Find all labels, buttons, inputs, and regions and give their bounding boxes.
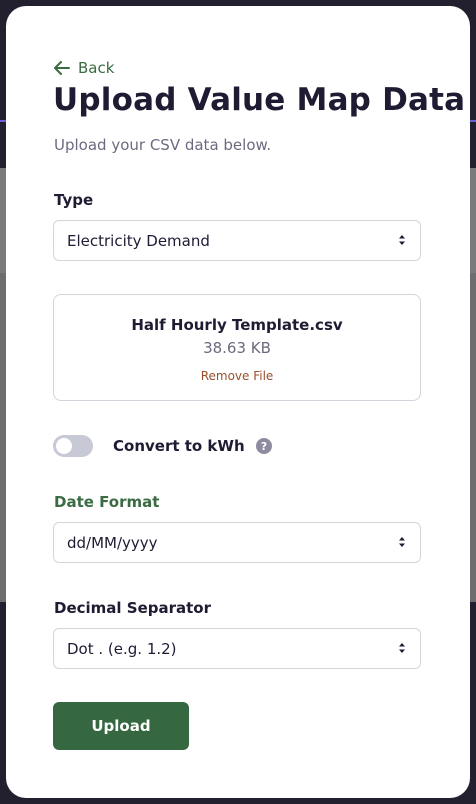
select-caret-icon — [399, 643, 405, 653]
select-caret-icon — [399, 537, 405, 547]
date-format-select[interactable]: dd/MM/yyyy — [53, 522, 421, 563]
toggle-knob — [56, 438, 72, 454]
upload-modal: Back Upload Value Map Data Upload your C… — [6, 6, 470, 798]
back-label: Back — [78, 59, 115, 77]
decimal-separator-label: Decimal Separator — [54, 599, 212, 617]
file-name: Half Hourly Template.csv — [131, 316, 343, 334]
decimal-separator-select[interactable]: Dot . (e.g. 1.2) — [53, 628, 421, 669]
date-format-value: dd/MM/yyyy — [67, 533, 158, 552]
arrow-left-icon — [54, 61, 70, 75]
page-subtitle: Upload your CSV data below. — [54, 136, 272, 154]
upload-button[interactable]: Upload — [53, 702, 189, 750]
file-size: 38.63 KB — [203, 339, 271, 357]
type-label: Type — [54, 191, 94, 209]
convert-kwh-toggle[interactable] — [53, 435, 93, 457]
select-caret-icon — [399, 235, 405, 245]
decimal-separator-value: Dot . (e.g. 1.2) — [67, 639, 177, 658]
help-icon[interactable]: ? — [256, 438, 272, 454]
type-select[interactable]: Electricity Demand — [53, 220, 421, 261]
page-title: Upload Value Map Data — [53, 82, 466, 118]
remove-file-link[interactable]: Remove File — [54, 369, 420, 383]
back-link[interactable]: Back — [54, 59, 114, 77]
date-format-label: Date Format — [54, 493, 160, 511]
convert-kwh-label: Convert to kWh — [113, 437, 245, 455]
type-select-value: Electricity Demand — [67, 231, 210, 250]
uploaded-file-card: Half Hourly Template.csv 38.63 KB Remove… — [53, 294, 421, 401]
